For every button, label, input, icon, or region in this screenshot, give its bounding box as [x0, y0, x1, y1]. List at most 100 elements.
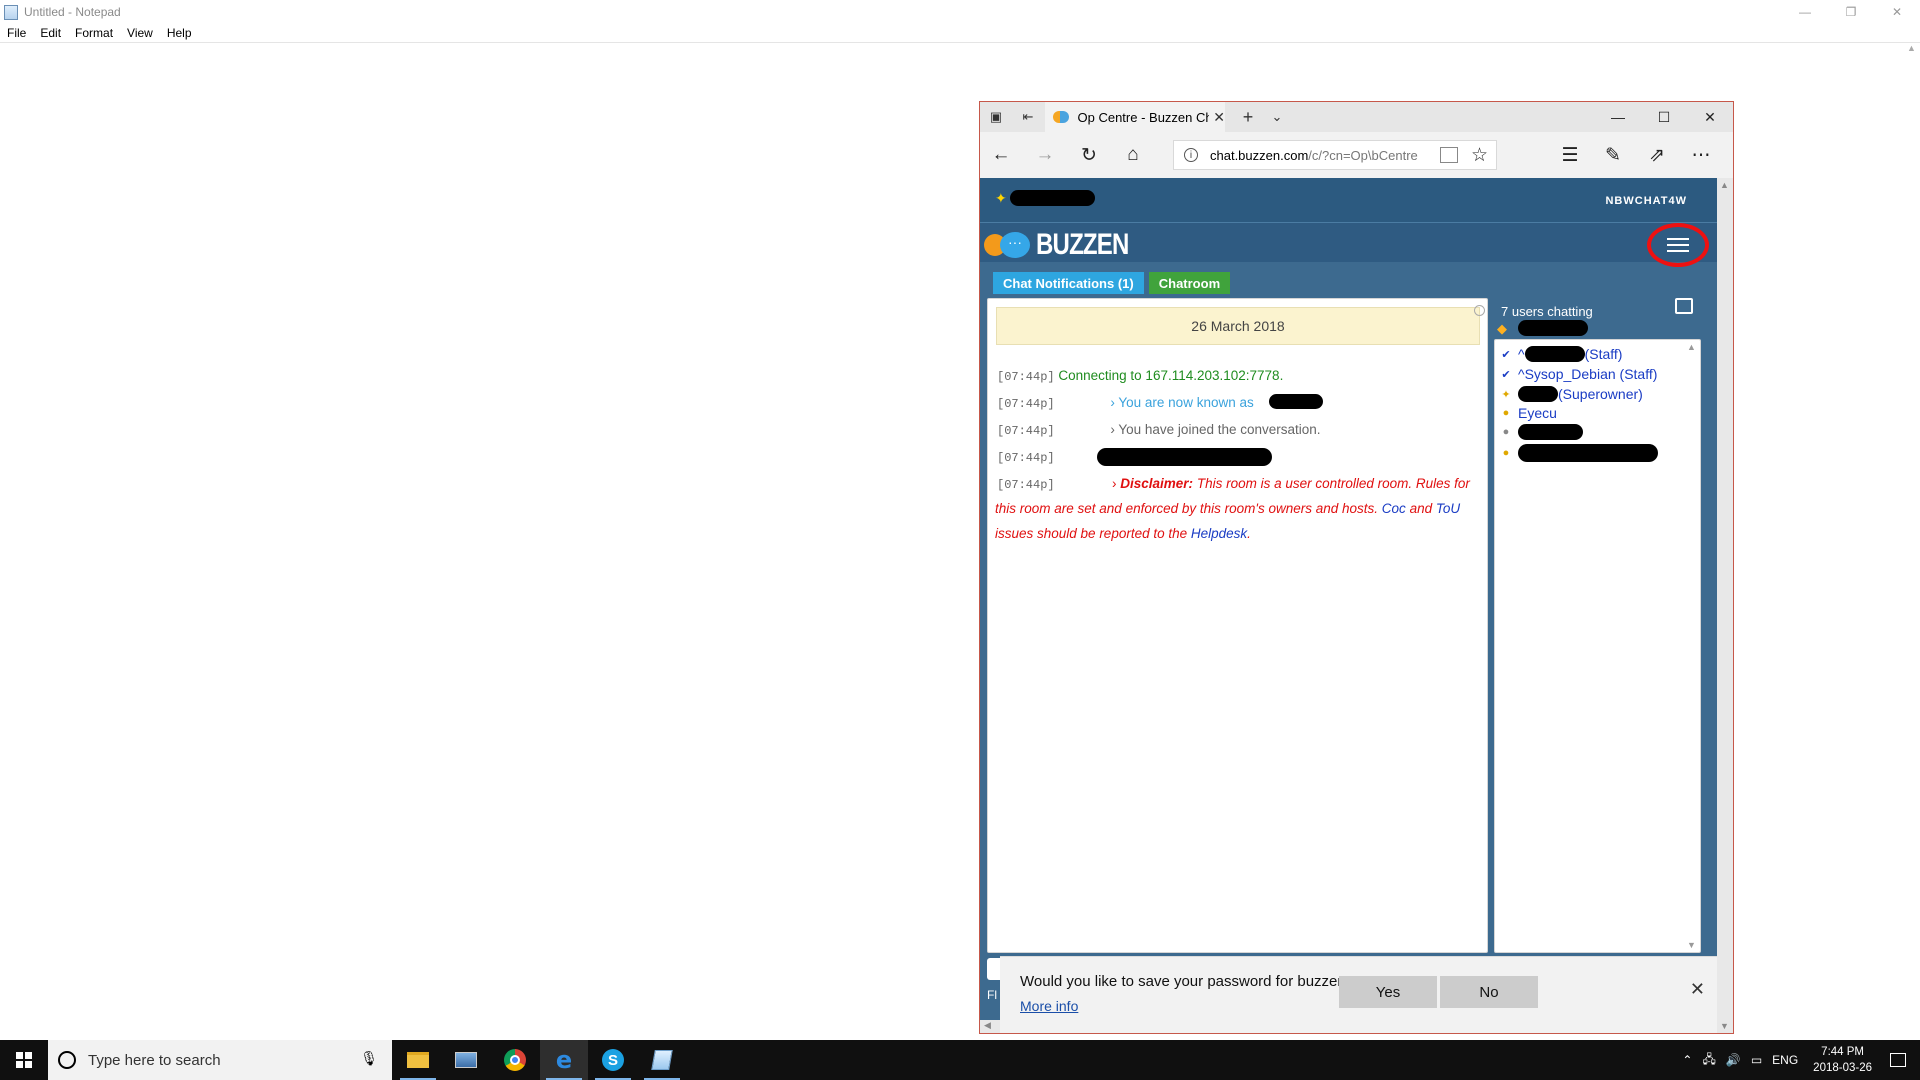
more-info-link[interactable]: More info	[1020, 998, 1078, 1014]
tou-link[interactable]: ToU	[1436, 501, 1460, 516]
address-bar[interactable]: i chat.buzzen.com/c/?cn=Op\bCentre ☆	[1173, 140, 1497, 170]
network-icon[interactable]: 🖧	[1702, 1050, 1715, 1071]
message-time: [07:44p]	[997, 424, 1055, 438]
self-user-row[interactable]: ◆	[1497, 321, 1507, 337]
close-icon[interactable]: ✕	[1874, 0, 1920, 24]
user-list-item[interactable]: ✔ ^ (Staff)	[1499, 346, 1622, 362]
tab-title: Op Centre - Buzzen Cha	[1077, 109, 1210, 125]
disclaimer-message: › Disclaimer: This room is a user contro…	[995, 476, 1470, 541]
tab-list-chevron-icon[interactable]: ⌄	[1267, 107, 1287, 127]
user-list-item[interactable]: ●	[1499, 424, 1583, 440]
menu-view[interactable]: View	[120, 24, 160, 42]
message-row: [07:44p] Connecting to 167.114.203.102:7…	[997, 367, 1483, 394]
users-header: 7 users chatting ◆	[1491, 298, 1701, 336]
skype-button[interactable]: S	[589, 1040, 637, 1080]
notepad-divider	[0, 42, 1920, 43]
new-tab-icon[interactable]: +	[1238, 107, 1258, 127]
scroll-up-icon[interactable]: ▲	[1903, 43, 1920, 53]
user-list-item[interactable]: ●	[1499, 444, 1658, 462]
helpdesk-link[interactable]: Helpdesk	[1191, 526, 1247, 541]
notepad-button[interactable]	[638, 1040, 686, 1080]
message-time: [07:44p]	[997, 397, 1055, 411]
chrome-icon	[504, 1049, 526, 1071]
favorite-star-icon[interactable]: ☆	[1471, 144, 1488, 167]
battery-icon[interactable]: ▭	[1751, 1053, 1762, 1067]
notepad-title: Untitled - Notepad	[24, 5, 121, 19]
action-center-icon[interactable]	[1890, 1053, 1906, 1067]
language-indicator[interactable]: ENG	[1772, 1053, 1798, 1067]
page-scrollbar[interactable]: ▲ ▼	[1717, 178, 1733, 1033]
file-explorer-button[interactable]	[394, 1040, 442, 1080]
save-password-no-button[interactable]: No	[1440, 976, 1538, 1008]
menu-format[interactable]: Format	[68, 24, 120, 42]
tab-chatroom[interactable]: Chatroom	[1148, 272, 1231, 294]
horizontal-scroll-left-icon[interactable]: ◀	[980, 1020, 1000, 1033]
buzzen-logo[interactable]: ··· BUZZEN	[984, 228, 1152, 262]
volume-icon[interactable]: 🔊	[1726, 1053, 1741, 1067]
user-prefix: ^	[1518, 366, 1525, 382]
message-text: › You have joined the conversation.	[1110, 422, 1321, 437]
scroll-up-icon[interactable]: ▲	[1720, 180, 1729, 190]
home-icon[interactable]: ⌂	[1120, 142, 1146, 168]
back-arrow-icon[interactable]: ←	[988, 142, 1014, 168]
user-list-item[interactable]: ● Eyecu	[1499, 405, 1557, 421]
staff-icon: ✔	[1501, 368, 1511, 381]
url-path: /c/?cn=Op\bCentre	[1308, 147, 1418, 163]
microphone-icon[interactable]: 🎙	[360, 1050, 378, 1067]
forward-arrow-icon[interactable]: →	[1032, 142, 1058, 168]
coc-link[interactable]: Coc	[1382, 501, 1406, 516]
reading-view-icon[interactable]	[1440, 147, 1458, 163]
scroll-down-icon[interactable]: ▼	[1687, 940, 1696, 950]
menu-help[interactable]: Help	[160, 24, 199, 42]
refresh-icon[interactable]: ↻	[1076, 142, 1102, 168]
users-list-scrollbar[interactable]: ▲ ▼	[1686, 342, 1698, 950]
photos-button[interactable]	[442, 1040, 490, 1080]
edge-button[interactable]: e	[540, 1040, 588, 1080]
users-panel-toggle-icon[interactable]	[1675, 298, 1693, 314]
menu-edit[interactable]: Edit	[33, 24, 68, 42]
taskbar-search[interactable]: Type here to search 🎙	[48, 1040, 392, 1080]
user-name: (Superowner)	[1558, 386, 1643, 402]
menu-file[interactable]: File	[0, 24, 33, 42]
tab-chat-notifications[interactable]: Chat Notifications (1)	[993, 272, 1144, 294]
clock-icon[interactable]	[1474, 305, 1485, 316]
share-icon[interactable]: ⇗	[1644, 142, 1670, 168]
set-aside-tabs-icon[interactable]: ⇤	[1018, 107, 1038, 127]
web-note-pen-icon[interactable]: ✎	[1600, 142, 1626, 168]
notepad-icon	[4, 4, 18, 20]
hamburger-menu-button[interactable]	[1647, 223, 1709, 267]
buzzen-page: ✦ NBWCHAT4W ··· BUZZEN Chat Notification…	[980, 178, 1717, 1033]
minimize-icon[interactable]: —	[1782, 0, 1828, 24]
disclaimer-end: .	[1247, 526, 1251, 541]
browser-tab-active[interactable]: Op Centre - Buzzen Cha ✕	[1045, 102, 1225, 132]
close-icon[interactable]: ✕	[1690, 979, 1705, 1000]
save-password-prompt: Would you like to save your password for…	[1000, 956, 1717, 1033]
chevron-up-icon[interactable]: ⌃	[1682, 1053, 1692, 1067]
redacted-nickname	[1010, 190, 1095, 206]
user-list-item[interactable]: ✦ (Superowner)	[1499, 386, 1643, 402]
site-info-icon[interactable]: i	[1184, 148, 1198, 162]
maximize-icon[interactable]: ☐	[1641, 102, 1687, 132]
minimize-icon[interactable]: —	[1595, 102, 1641, 132]
folder-icon	[407, 1052, 429, 1068]
scroll-up-icon[interactable]: ▲	[1687, 342, 1696, 352]
date-divider: 26 March 2018	[996, 307, 1480, 345]
favorites-hub-icon[interactable]: ☰	[1557, 142, 1583, 168]
tab-close-icon[interactable]: ✕	[1213, 109, 1225, 126]
scroll-down-icon[interactable]: ▼	[1720, 1021, 1729, 1031]
guest-icon: ●	[1502, 426, 1510, 438]
restore-icon[interactable]: ❐	[1828, 0, 1874, 24]
more-dots-icon[interactable]: ⋯	[1688, 142, 1714, 168]
tab-preview-icon[interactable]: ▣	[986, 107, 1006, 127]
notepad-scrollbar[interactable]: ▲	[1903, 43, 1920, 1039]
chrome-button[interactable]	[491, 1040, 539, 1080]
redacted-username	[1518, 444, 1658, 462]
user-name: (Staff)	[1584, 346, 1623, 362]
save-password-question: Would you like to save your password for…	[1020, 973, 1387, 990]
save-password-yes-button[interactable]: Yes	[1339, 976, 1437, 1008]
close-icon[interactable]: ✕	[1687, 102, 1733, 132]
message-row: [07:44p] › You are now known as	[997, 394, 1483, 421]
start-button[interactable]	[0, 1040, 48, 1080]
user-list-item[interactable]: ✔ ^ Sysop_Debian (Staff)	[1499, 366, 1657, 382]
clock[interactable]: 7:44 PM 2018-03-26	[1813, 1044, 1872, 1076]
